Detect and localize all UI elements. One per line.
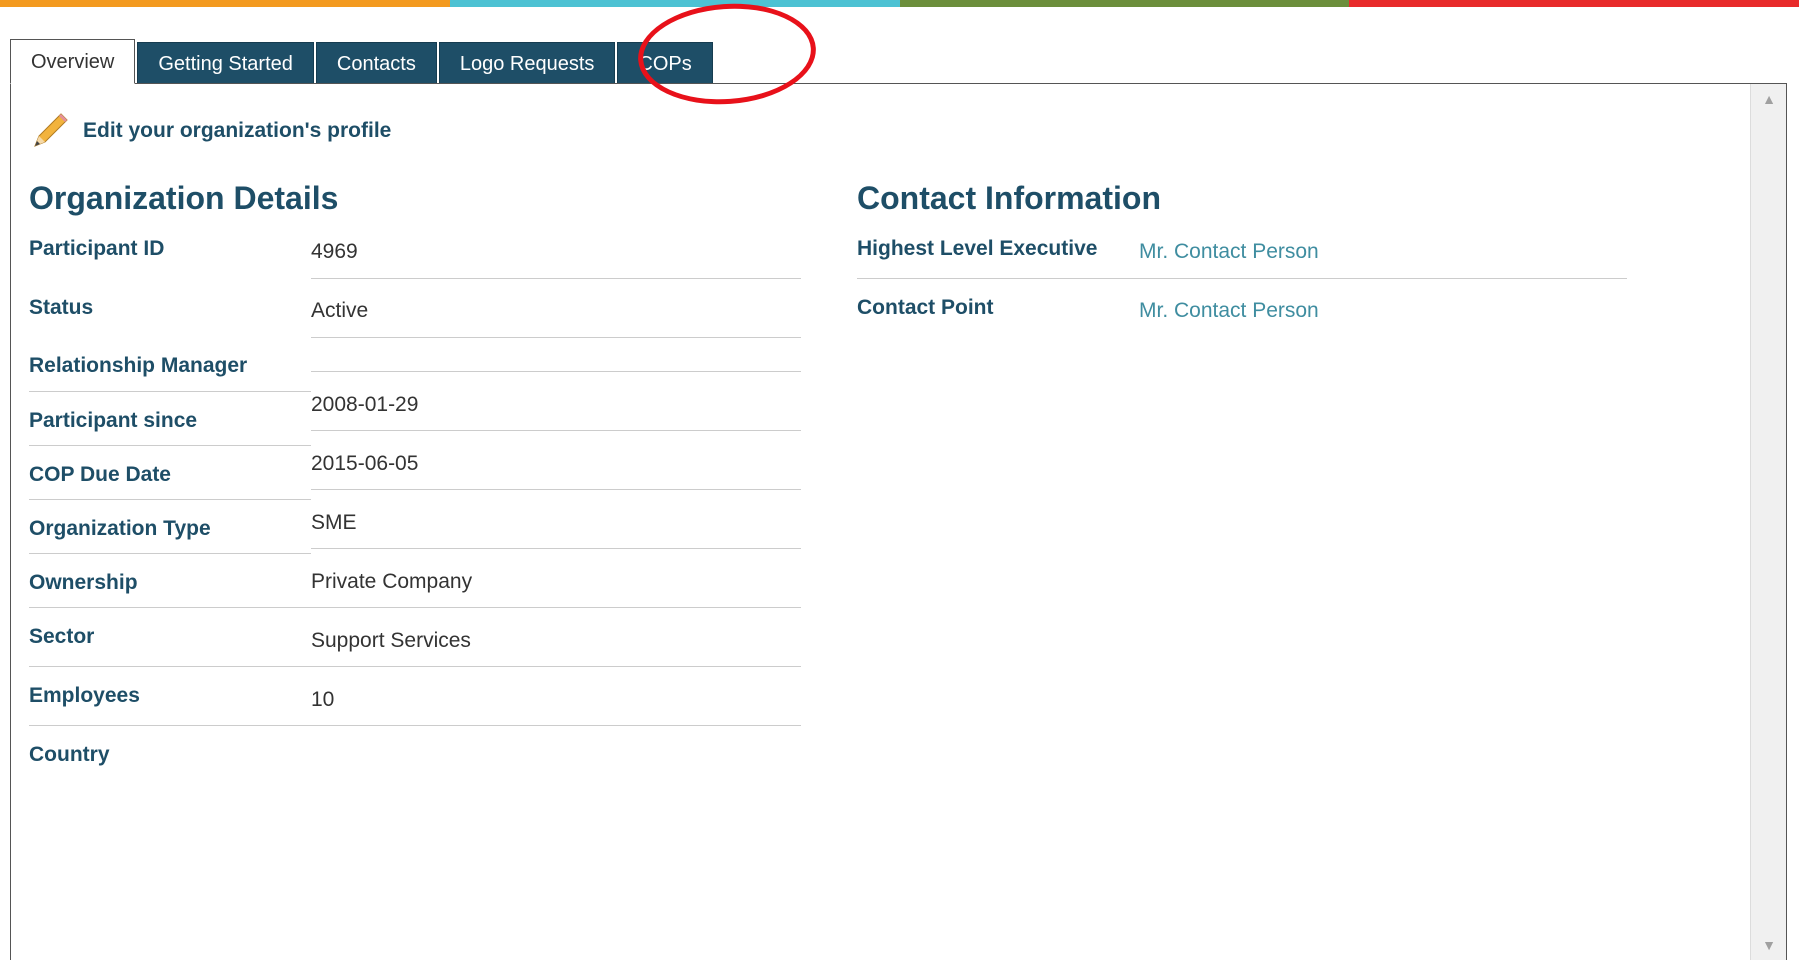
top-color-bar xyxy=(0,0,1799,7)
tab-logo-requests[interactable]: Logo Requests xyxy=(438,42,616,84)
value-organization-type: SME xyxy=(311,511,357,534)
contact-information-heading: Contact Information xyxy=(857,180,1161,216)
label-highest-level-executive: Highest Level Executive xyxy=(857,237,1098,260)
scroll-down-icon[interactable]: ▼ xyxy=(1751,930,1787,960)
value-employees: 10 xyxy=(311,688,335,711)
label-participant-id: Participant ID xyxy=(29,237,165,260)
label-ownership: Ownership xyxy=(29,571,138,594)
pencil-icon xyxy=(34,113,68,147)
label-cop-due-date: COP Due Date xyxy=(29,463,171,486)
row-divider xyxy=(857,278,1627,279)
value-sector: Support Services xyxy=(311,629,471,652)
label-country: Country xyxy=(29,743,110,766)
label-organization-type: Organization Type xyxy=(29,517,211,540)
tab-contacts[interactable]: Contacts xyxy=(315,42,437,84)
label-status: Status xyxy=(29,296,94,319)
tab-panel: Edit your organization's profile Organiz… xyxy=(10,83,1787,960)
edit-profile-label: Edit your organization's profile xyxy=(83,119,392,142)
edit-profile-link[interactable]: Edit your organization's profile xyxy=(29,110,391,152)
row-divider xyxy=(29,666,801,667)
row-divider xyxy=(311,489,801,490)
label-sector: Sector xyxy=(29,625,95,648)
value-participant-since: 2008-01-29 xyxy=(311,393,419,416)
label-contact-point: Contact Point xyxy=(857,296,994,319)
tab-overview[interactable]: Overview xyxy=(10,39,136,84)
label-relationship-manager: Relationship Manager xyxy=(29,354,248,377)
link-highest-level-executive[interactable]: Mr. Contact Person xyxy=(1139,240,1319,264)
color-bar-green xyxy=(899,0,1350,7)
tab-bar: Overview Getting Started Contacts Logo R… xyxy=(10,39,715,84)
link-contact-point[interactable]: Mr. Contact Person xyxy=(1139,299,1319,323)
vertical-scrollbar[interactable]: ▲ ▼ xyxy=(1750,84,1786,960)
row-divider xyxy=(29,391,311,392)
color-bar-red xyxy=(1349,0,1799,7)
row-divider xyxy=(29,607,801,608)
label-participant-since: Participant since xyxy=(29,409,198,432)
row-divider xyxy=(29,445,311,446)
row-divider xyxy=(311,430,801,431)
row-divider xyxy=(29,499,311,500)
label-employees: Employees xyxy=(29,684,140,707)
row-divider xyxy=(311,548,801,549)
tab-getting-started[interactable]: Getting Started xyxy=(137,42,314,84)
value-participant-id: 4969 xyxy=(311,240,358,263)
row-divider xyxy=(29,553,311,554)
row-divider xyxy=(311,371,801,372)
value-cop-due-date: 2015-06-05 xyxy=(311,452,419,475)
value-status: Active xyxy=(311,299,369,322)
row-divider xyxy=(311,337,801,338)
organization-details-heading: Organization Details xyxy=(29,180,339,216)
row-divider xyxy=(29,725,801,726)
value-ownership: Private Company xyxy=(311,570,473,593)
row-divider xyxy=(311,278,801,279)
color-bar-cyan xyxy=(449,0,900,7)
scroll-up-icon[interactable]: ▲ xyxy=(1751,84,1787,114)
color-bar-orange xyxy=(0,0,450,7)
